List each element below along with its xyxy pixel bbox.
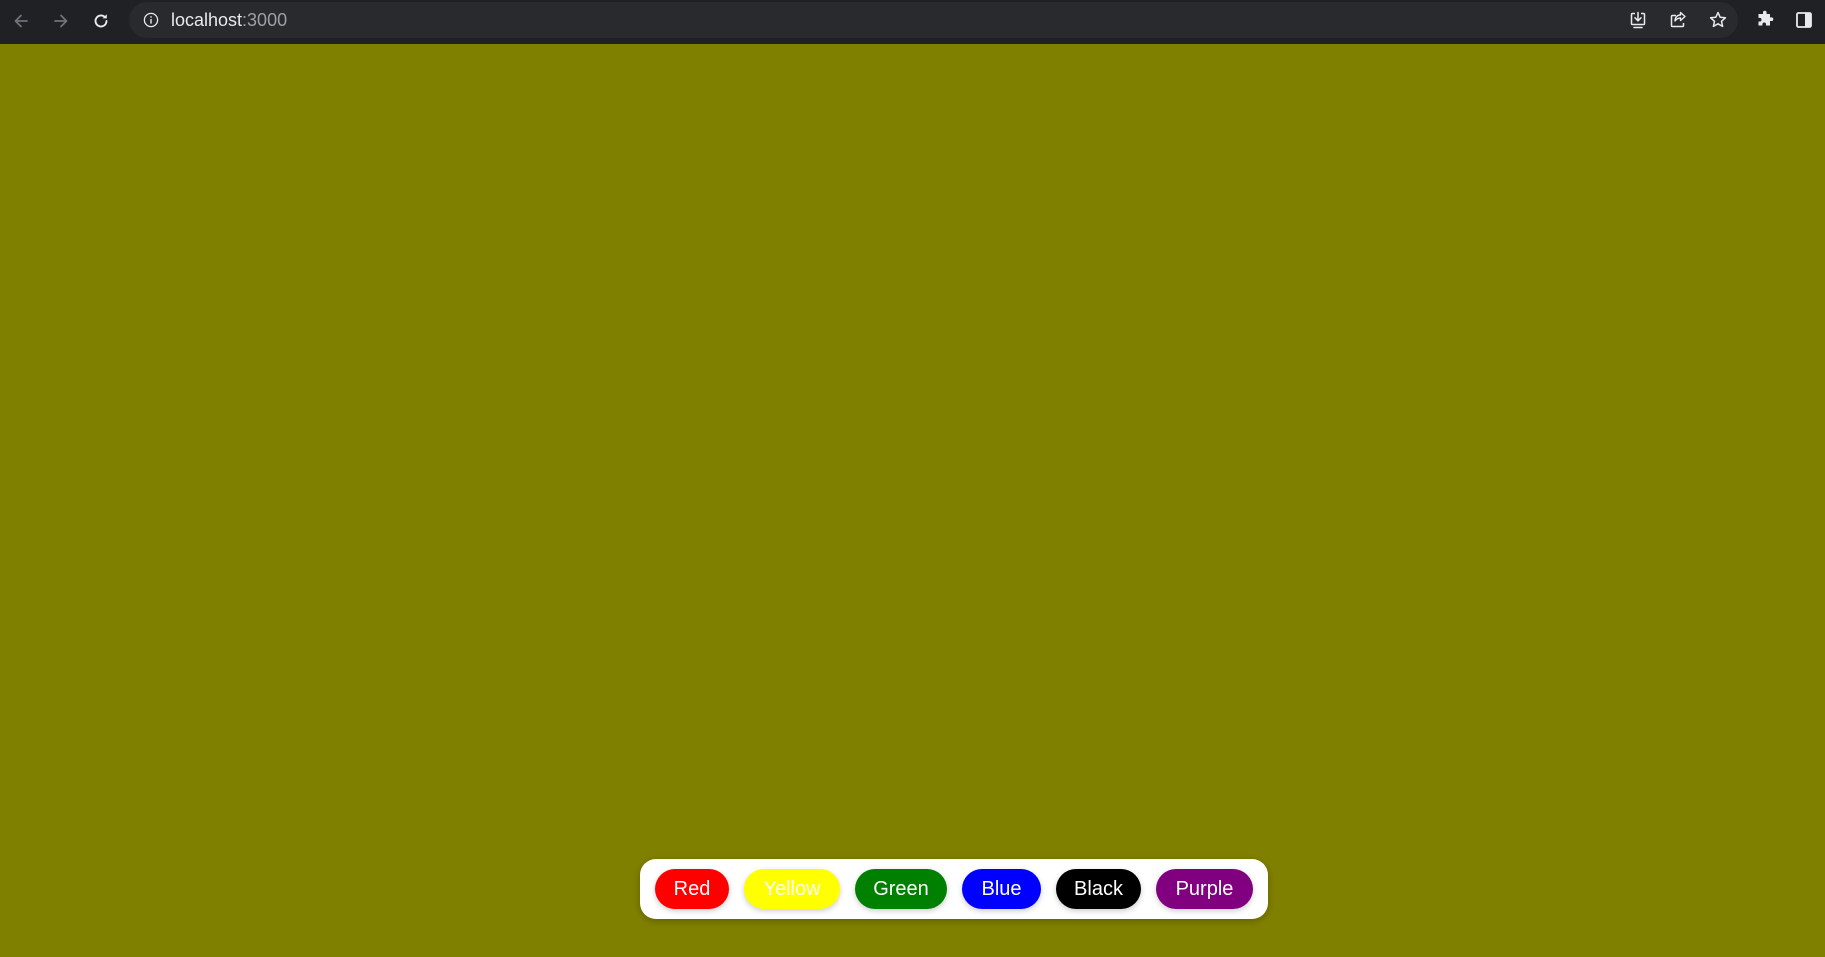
bookmark-button[interactable] (1706, 8, 1730, 32)
browser-toolbar: localhost:3000 (0, 0, 1825, 44)
green-button[interactable]: Green (855, 869, 947, 909)
red-button[interactable]: Red (655, 869, 729, 909)
install-app-button[interactable] (1626, 8, 1650, 32)
url-text[interactable]: localhost:3000 (171, 10, 287, 30)
info-icon[interactable] (143, 12, 159, 28)
side-panel-button[interactable] (1791, 7, 1817, 33)
share-button[interactable] (1666, 8, 1690, 32)
side-panel-icon (1796, 12, 1812, 28)
address-bar[interactable]: localhost:3000 (129, 2, 1738, 38)
arrow-left-icon (14, 14, 28, 28)
color-palette: Red Yellow Green Blue Black Purple (640, 859, 1268, 919)
url-port: :3000 (242, 10, 288, 30)
share-icon (1670, 11, 1686, 28)
extensions-button[interactable] (1752, 7, 1778, 33)
arrow-right-icon (54, 14, 68, 28)
page-canvas: Red Yellow Green Blue Black Purple (0, 44, 1825, 957)
reload-button[interactable] (84, 4, 118, 38)
forward-button[interactable] (44, 4, 78, 38)
yellow-button[interactable]: Yellow (744, 869, 840, 909)
url-host: localhost (171, 10, 243, 30)
back-button[interactable] (4, 4, 38, 38)
purple-button[interactable]: Purple (1156, 869, 1253, 909)
puzzle-icon (1758, 10, 1774, 26)
star-icon (1709, 11, 1727, 28)
install-app-icon (1630, 11, 1646, 29)
reload-icon (94, 14, 108, 28)
black-button[interactable]: Black (1056, 869, 1141, 909)
blue-button[interactable]: Blue (962, 869, 1041, 909)
